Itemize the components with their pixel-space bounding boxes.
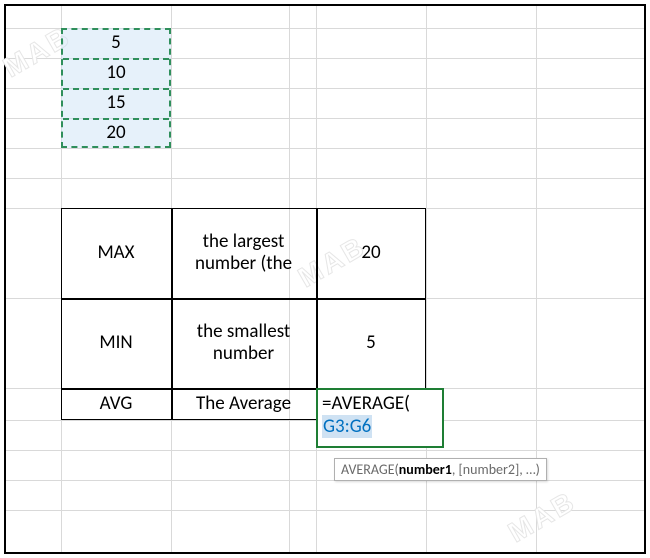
tooltip-arg1: number1 — [399, 461, 452, 478]
formula-prefix: =AVERAGE( — [322, 392, 410, 415]
value-max[interactable]: 20 — [316, 208, 426, 298]
cell-g6[interactable]: 20 — [61, 118, 171, 148]
function-tooltip: AVERAGE(number1, [number2], …) — [334, 458, 547, 481]
cell-g4[interactable]: 10 — [61, 58, 171, 88]
spreadsheet-frame: MAB MAB MAB 5 10 15 20 MAX the largest n… — [4, 4, 646, 554]
cell-g3[interactable]: 5 — [61, 28, 171, 58]
value-min[interactable]: 5 — [316, 298, 426, 388]
desc-avg[interactable]: The Average — [171, 388, 316, 420]
desc-max[interactable]: the largest number (the — [171, 208, 316, 298]
label-avg[interactable]: AVG — [61, 388, 171, 420]
formula-range-ref: G3:G6 — [322, 415, 372, 438]
desc-min[interactable]: the smallest number — [171, 298, 316, 388]
label-min[interactable]: MIN — [61, 298, 171, 388]
cell-g5[interactable]: 15 — [61, 88, 171, 118]
formula-edit-cell[interactable]: =AVERAGE( G3:G6 — [316, 388, 444, 448]
tooltip-rest: , [number2], …) — [452, 461, 540, 478]
label-max[interactable]: MAX — [61, 208, 171, 298]
tooltip-fn: AVERAGE( — [341, 461, 399, 478]
